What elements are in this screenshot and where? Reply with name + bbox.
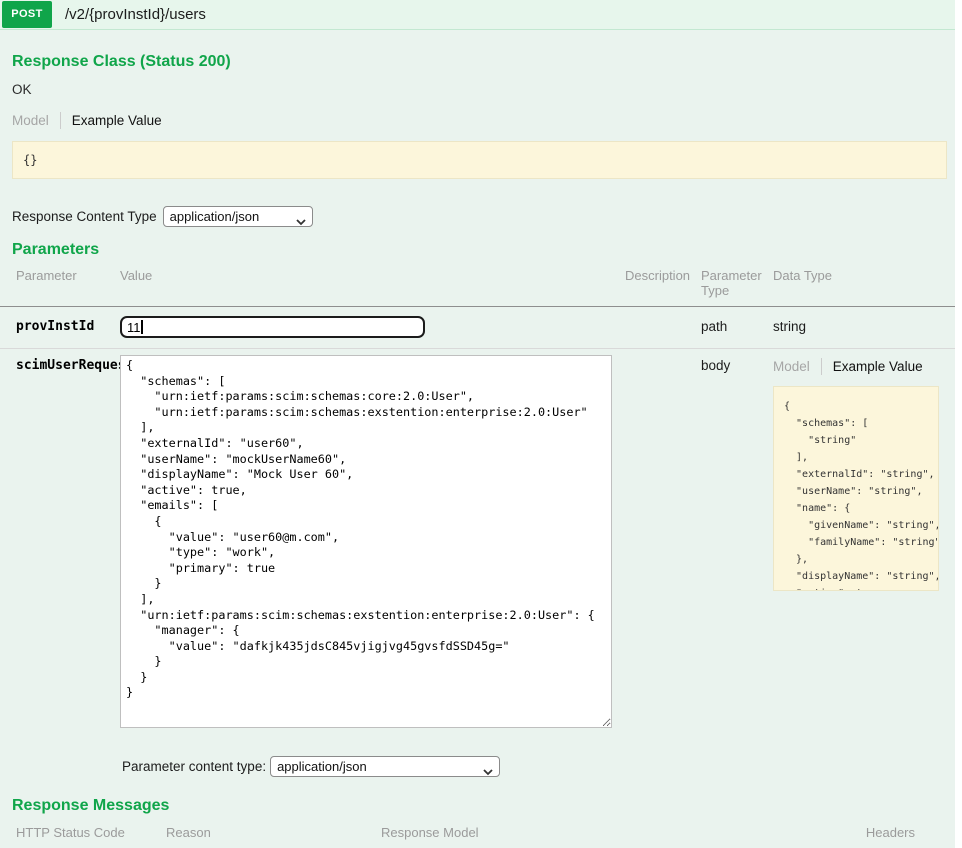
parameter-content-type-label: Parameter content type:: [122, 759, 266, 774]
col-description: Description: [625, 268, 701, 283]
tab-example-value[interactable]: Example Value: [822, 358, 923, 375]
tab-example-value[interactable]: Example Value: [61, 112, 162, 129]
col-response-model: Response Model: [381, 825, 834, 840]
col-parameter: Parameter: [0, 268, 120, 283]
parameter-content-type-row: Parameter content type: application/json: [122, 756, 625, 777]
response-example-snippet: {}: [12, 141, 947, 179]
response-class-tabs: Model Example Value: [12, 112, 955, 129]
request-body-textarea[interactable]: { "schemas": [ "urn:ietf:params:scim:sch…: [120, 355, 612, 728]
parameter-name: provInstId: [0, 316, 120, 334]
parameter-description: [625, 355, 701, 358]
response-messages-table-header: HTTP Status Code Reason Response Model H…: [0, 823, 955, 848]
col-parameter-type: Parameter Type: [701, 268, 773, 298]
body-schema-tabs: Model Example Value: [773, 358, 955, 375]
col-reason: Reason: [166, 825, 381, 840]
col-data-type: Data Type: [773, 268, 955, 283]
parameter-data-type: string: [773, 316, 955, 334]
api-operation-panel: POST /v2/{provInstId}/users Response Cla…: [0, 0, 955, 848]
operation-content: Response Class (Status 200) OK Model Exa…: [0, 30, 955, 848]
col-headers: Headers: [834, 825, 955, 840]
tab-model[interactable]: Model: [12, 112, 61, 129]
response-class-title: Response Class (Status 200): [0, 30, 955, 71]
response-content-type-label: Response Content Type: [12, 209, 157, 224]
col-value: Value: [120, 268, 625, 283]
body-example-snippet: { "schemas": [ "string" ], "externalId":…: [773, 386, 939, 591]
tab-model[interactable]: Model: [773, 358, 822, 375]
parameter-type: path: [701, 316, 773, 334]
parameter-type: body: [701, 355, 773, 373]
response-class-description: OK: [12, 82, 955, 97]
table-row-provinstid: provInstId path string: [0, 307, 955, 349]
parameters-table-header: Parameter Value Description Parameter Ty…: [0, 266, 955, 307]
provinstid-input-wrap: [120, 316, 425, 338]
response-content-type-select[interactable]: application/json: [163, 206, 313, 227]
parameter-description: [625, 316, 701, 319]
parameter-name: scimUserRequest: [0, 355, 120, 373]
http-method-badge: POST: [2, 1, 52, 28]
provinstid-input[interactable]: [120, 316, 425, 338]
parameter-content-type-select-wrap: application/json: [270, 756, 500, 777]
parameter-content-type-select[interactable]: application/json: [270, 756, 500, 777]
col-http-status-code: HTTP Status Code: [0, 825, 166, 840]
operation-header[interactable]: POST /v2/{provInstId}/users: [0, 0, 955, 30]
text-cursor: [141, 320, 143, 334]
parameters-title: Parameters: [0, 227, 955, 259]
response-messages-title: Response Messages: [0, 777, 955, 815]
response-content-type-row: Response Content Type application/json: [12, 206, 955, 227]
response-content-type-select-wrap: application/json: [163, 206, 313, 227]
table-row-scimuserrequest: scimUserRequest { "schemas": [ "urn:ietf…: [0, 349, 955, 777]
endpoint-path[interactable]: /v2/{provInstId}/users: [65, 6, 206, 23]
